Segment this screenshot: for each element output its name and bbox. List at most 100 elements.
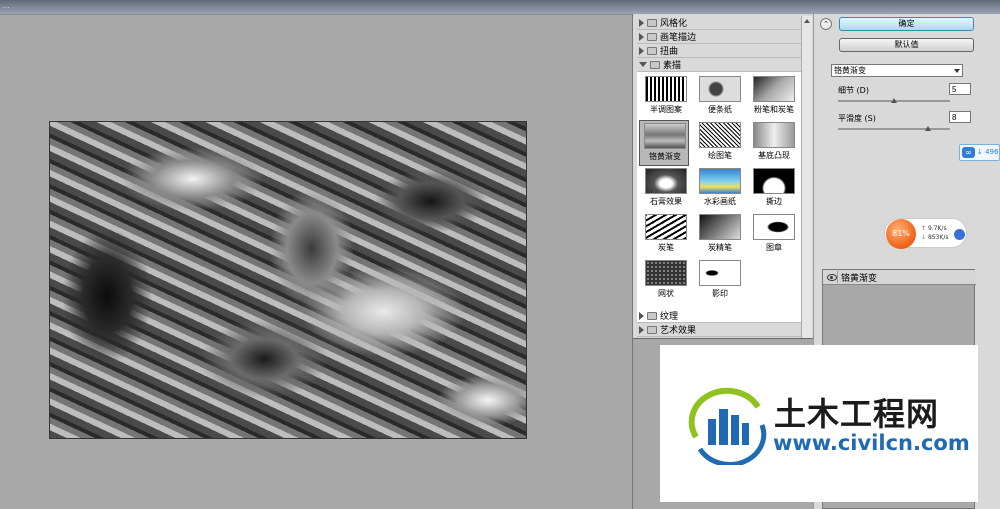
thumbnail-image [699,122,741,148]
thumbnail-graphic-pen[interactable]: 绘图笔 [695,120,745,166]
network-value: 496 [985,148,999,156]
thumbnail-image [645,214,687,240]
thumbnail-image [753,168,795,194]
thumbnail-reticulation[interactable]: 网状 [641,258,691,304]
category-stylize[interactable]: 风格化 [637,16,801,30]
thumbnail-chalk-charcoal[interactable]: 粉笔和炭笔 [749,74,799,120]
folder-icon [647,32,657,41]
speed-widget[interactable]: 81% ↑ 9.7K/s ↓ 853K/s [884,218,967,249]
thumbnail-label: 绘图笔 [708,151,732,160]
thumbnail-plaster[interactable]: 石膏效果 [641,166,691,212]
thumbnail-label: 网状 [658,289,674,298]
category-artistic[interactable]: 艺术效果 [637,323,801,337]
expand-arrow-icon [639,46,644,55]
watermark-logo: 土木工程网 www.civilcn.com [660,345,978,502]
folder-icon [647,18,657,27]
window-title: … [2,1,10,10]
watermark-url: www.civilcn.com [773,431,970,455]
collapse-chevron-icon[interactable]: ⌃ [820,18,832,30]
expand-arrow-icon [639,18,644,27]
thumbnail-image [644,123,686,149]
thumbnail-halftone-pattern[interactable]: 半调图案 [641,74,691,120]
category-label: 扭曲 [660,47,679,57]
thumbnail-image [645,260,687,286]
watermark-name: 土木工程网 [774,395,940,433]
folder-icon [647,311,657,320]
thumbnail-image [753,214,795,240]
civilcn-logo-icon [688,387,767,465]
thumbnail-image [699,260,741,286]
thumbnail-charcoal[interactable]: 炭笔 [641,212,691,258]
eye-icon[interactable] [826,271,838,283]
category-label: 风格化 [660,19,688,29]
thumbnail-label: 炭笔 [658,243,674,252]
effect-layer-row[interactable]: 铬黄渐变 [823,270,976,285]
category-label: 素描 [663,61,682,71]
thumbnail-water-paper[interactable]: 水彩画纸 [695,166,745,212]
thumbnail-label: 基底凸现 [758,151,790,160]
smoothness-slider[interactable] [838,126,950,131]
detail-slider[interactable] [838,98,950,103]
category-label: 纹理 [660,312,679,322]
download-speed-value: 853K/s [927,234,949,241]
thumbnail-image [645,168,687,194]
filter-select-value: 铬黄渐变 [834,66,866,75]
thumbnail-label: 铬黄渐变 [649,152,681,161]
detail-label: 细节 (D) [838,86,869,95]
network-text: ↓ 496 [977,148,999,156]
expand-arrow-icon [639,32,644,41]
thumbnail-image [699,76,741,102]
thumbnail-label: 图章 [766,243,782,252]
thumbnail-bas-relief[interactable]: 基底凸现 [749,120,799,166]
thumbnail-label: 撕边 [766,197,782,206]
folder-icon [647,46,657,55]
thumbnail-torn-edges[interactable]: 撕边 [749,166,799,212]
category-label: 艺术效果 [660,326,697,336]
detail-input[interactable] [949,83,971,95]
download-speed: ↓ 853K/s [921,234,949,241]
detail-slider-knob[interactable] [891,98,897,103]
down-arrow-icon: ↓ [921,234,927,241]
thumbnail-label: 半调图案 [650,105,682,114]
filter-list-scrollbar[interactable] [801,16,812,346]
preview-area[interactable] [0,14,632,509]
scroll-up-arrow-icon[interactable] [804,19,810,23]
thumbnail-image [699,168,741,194]
category-distort[interactable]: 扭曲 [637,44,801,58]
expand-arrow-icon [639,311,644,320]
folder-icon [650,60,660,69]
thumbnail-note-paper[interactable]: 便条纸 [695,74,745,120]
category-brush-strokes[interactable]: 画笔描边 [637,30,801,44]
thumbnail-conte-crayon[interactable]: 炭精笔 [695,212,745,258]
cpu-percent: 81% [886,219,916,249]
thumbnail-label: 便条纸 [708,105,732,114]
thumbnail-label: 粉笔和炭笔 [754,105,794,114]
ok-button[interactable]: 确定 [839,17,974,31]
category-sketch[interactable]: 素描 [637,58,801,72]
thumbnail-label: 水彩画纸 [704,197,736,206]
filter-select[interactable]: 铬黄渐变 [831,64,963,77]
expand-arrow-icon [639,325,644,334]
thumbnail-chrome[interactable]: 铬黄渐变 [639,120,689,166]
default-button[interactable]: 默认值 [839,38,974,52]
upload-speed-value: 9.7K/s [927,225,947,232]
network-widget[interactable]: ∞ ↓ 496 [959,144,1000,161]
thumbnail-grid: 半调图案 便条纸 粉笔和炭笔 铬黄渐变 绘图笔 基底凸现 石膏效果 水彩画纸 撕… [637,72,801,322]
thumbnail-image [753,76,795,102]
thumbnail-photocopy[interactable]: 影印 [695,258,745,304]
accelerator-icon[interactable] [954,229,965,240]
up-arrow-icon: ↑ [921,225,927,232]
category-label: 画笔描边 [660,33,697,43]
collapse-arrow-icon [639,62,647,67]
smoothness-slider-knob[interactable] [924,126,931,131]
network-icon: ∞ [962,147,975,158]
chevron-down-icon [954,69,960,73]
thumbnail-label: 炭精笔 [708,243,732,252]
effect-layer-name: 铬黄渐变 [841,273,878,284]
smoothness-label: 平滑度 (S) [838,114,876,123]
category-texture[interactable]: 纹理 [637,309,801,323]
thumbnail-label: 石膏效果 [650,197,682,206]
smoothness-input[interactable] [949,111,971,123]
window-titlebar: … [0,0,1000,14]
thumbnail-stamp[interactable]: 图章 [749,212,799,258]
